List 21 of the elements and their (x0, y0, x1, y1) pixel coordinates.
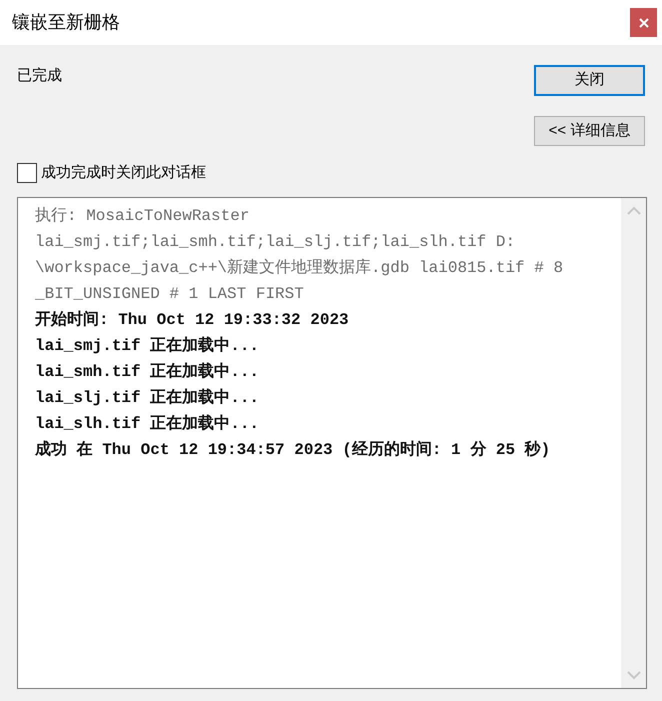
window-title: 镶嵌至新栅格 (12, 11, 120, 34)
scroll-down-icon[interactable] (626, 670, 640, 680)
close-icon (638, 18, 648, 28)
log-line: lai_smj.tif;lai_smh.tif;lai_slj.tif;lai_slh.tif D: (35, 232, 516, 252)
log-line: 成功 在 Thu Oct 12 19:34:57 2023 (经历的时间: 1 分 25 秒) (35, 440, 552, 460)
dialog-button[interactable]: << 详细信息 (534, 116, 645, 146)
log-line: lai_smh.tif 正在加载中... (35, 362, 260, 382)
checkbox-label[interactable]: 成功完成时关闭此对话框 (41, 162, 206, 184)
log-line: lai_slh.tif 正在加载中... (35, 414, 260, 434)
log-line: lai_slj.tif 正在加载中... (35, 388, 260, 408)
status-text: 已完成 (17, 66, 62, 86)
checkbox[interactable] (17, 163, 37, 184)
dialog-button[interactable]: 关闭 (534, 65, 645, 96)
scroll-up-icon[interactable] (626, 206, 640, 214)
log-line: _BIT_UNSIGNED # 1 LAST FIRST (35, 284, 305, 304)
scrollbar[interactable] (621, 198, 646, 688)
log-line: lai_smj.tif 正在加载中... (35, 336, 260, 356)
log-line: 执行: MosaicToNewRaster (35, 206, 250, 226)
close-button[interactable] (630, 8, 657, 37)
log-line: \workspace_java_c++\新建文件地理数据库.gdb lai0815.tif # 8 (35, 258, 564, 278)
log-line: 开始时间: Thu Oct 12 19:33:32 2023 (35, 310, 350, 330)
